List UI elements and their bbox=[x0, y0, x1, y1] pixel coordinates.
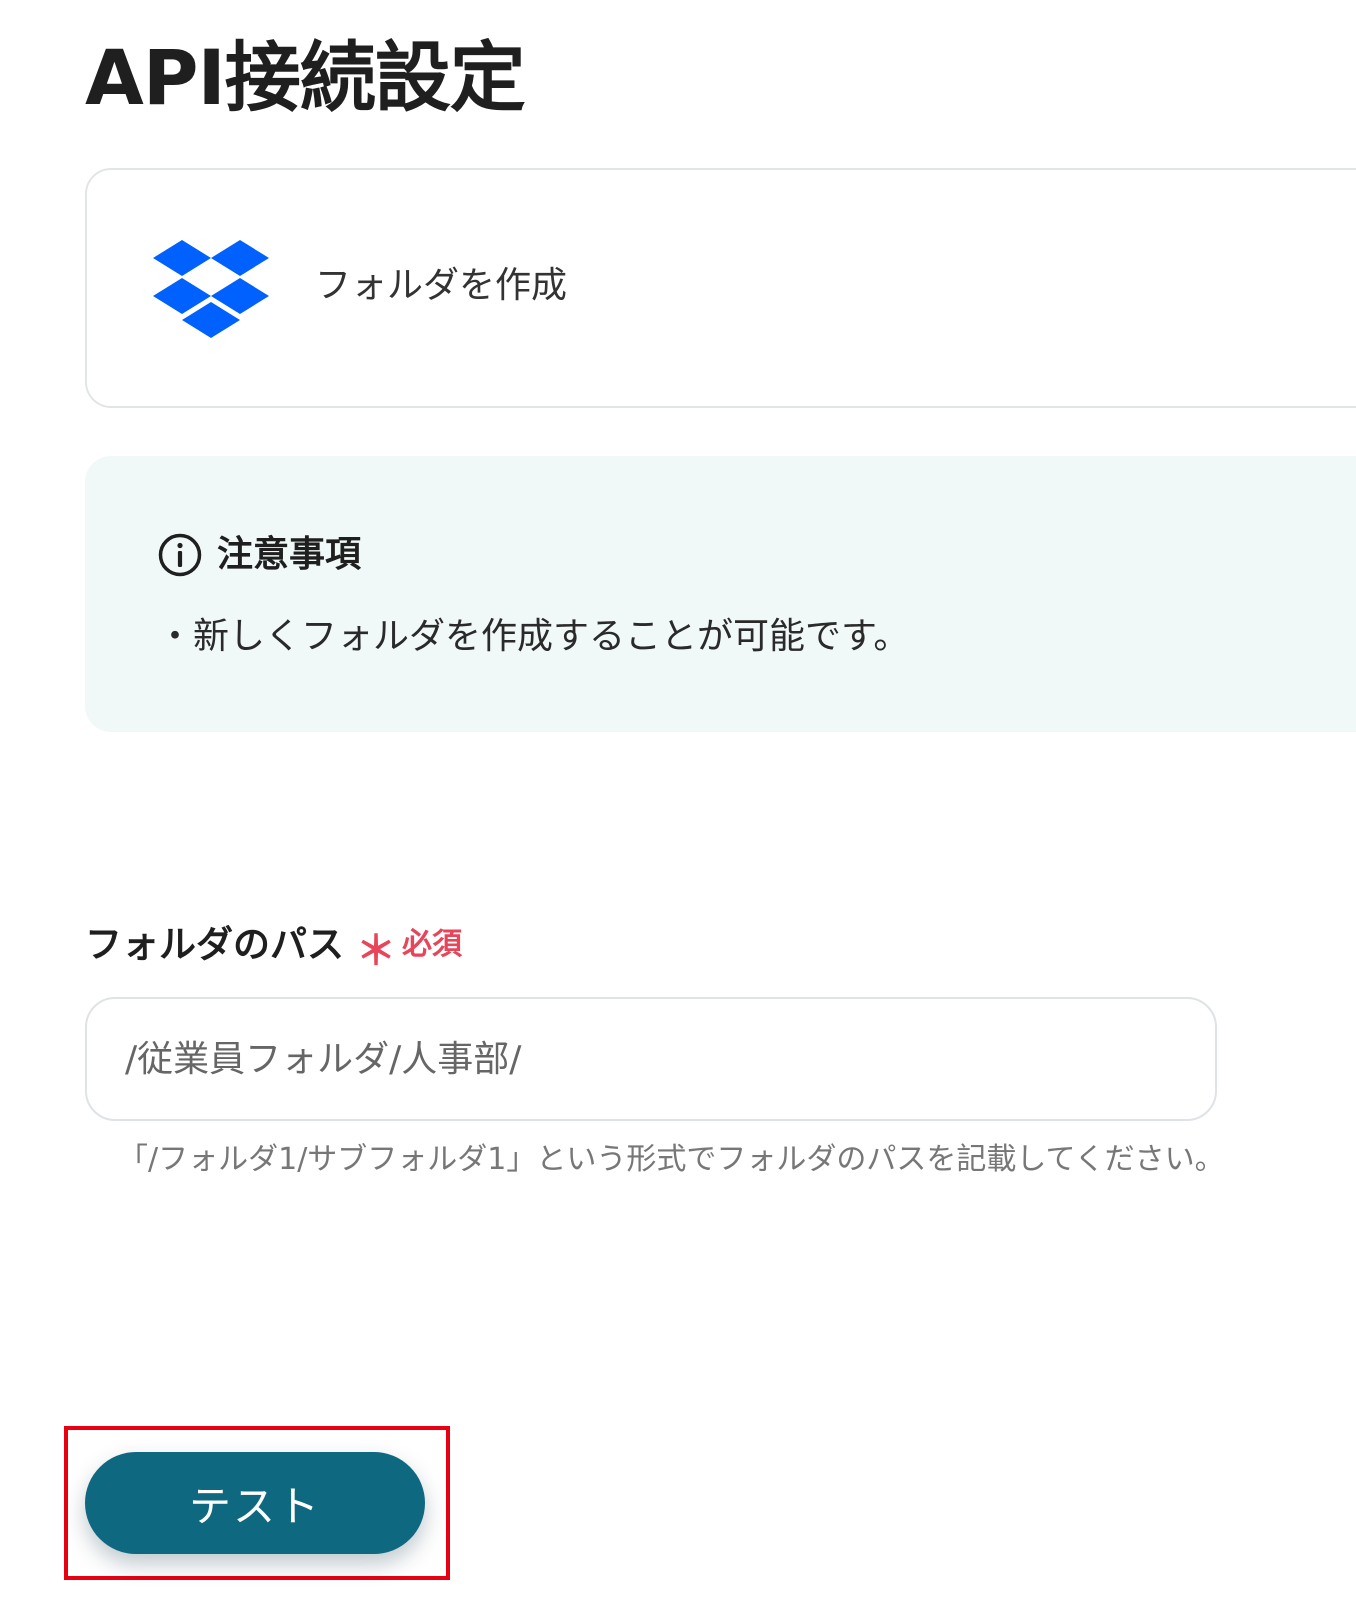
test-button[interactable]: テスト bbox=[85, 1452, 425, 1554]
required-badge: 必須 bbox=[402, 927, 462, 962]
api-settings-page: API接続設定 フォルダを作成 注意事項 ・新しくフォルダを作成することが可能で… bbox=[0, 0, 1356, 1600]
dropbox-icon bbox=[153, 240, 269, 338]
folder-path-label: フォルダのパス bbox=[85, 923, 344, 966]
folder-path-hint: 「/フォルダ1/サブフォルダ1」という形式でフォルダのパスを記載してください。 bbox=[118, 1142, 1225, 1177]
folder-path-label-row: フォルダのパス ＊ 必須 bbox=[85, 920, 462, 974]
folder-path-input[interactable] bbox=[85, 997, 1217, 1121]
notice-box: 注意事項 ・新しくフォルダを作成することが可能です。 bbox=[85, 456, 1356, 732]
notice-title: 注意事項 bbox=[217, 534, 362, 575]
info-icon bbox=[158, 533, 202, 577]
notice-body: ・新しくフォルダを作成することが可能です。 bbox=[157, 616, 910, 657]
required-asterisk: ＊ bbox=[356, 928, 396, 974]
action-card[interactable]: フォルダを作成 bbox=[85, 168, 1356, 408]
notice-heading: 注意事項 bbox=[157, 532, 361, 578]
action-label: フォルダを作成 bbox=[315, 265, 568, 306]
page-title: API接続設定 bbox=[85, 33, 526, 122]
